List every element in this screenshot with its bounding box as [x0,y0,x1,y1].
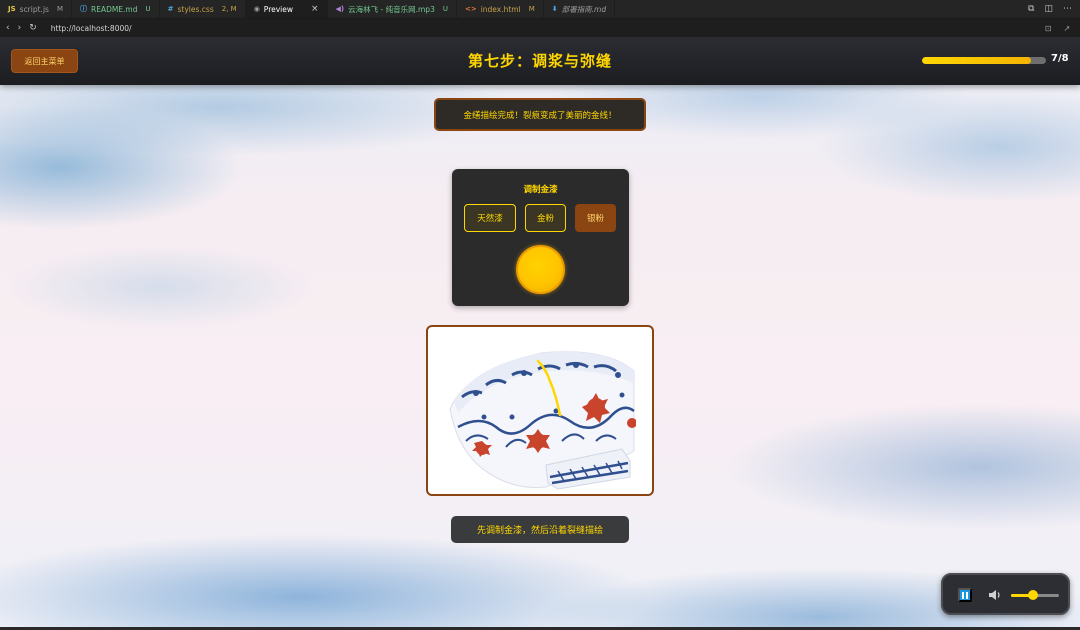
tab-git-status: U [442,5,448,13]
url-input[interactable] [48,21,1029,35]
tab-label: index.html [480,4,521,14]
progress-text: 7/8 [1051,53,1069,64]
open-external-icon[interactable]: ↗ [1063,24,1070,33]
editor-tab-bar: JS script.js M ⓘ README.md U # styles.cs… [0,0,1080,19]
natural-lacquer-button[interactable]: 天然漆 [464,204,516,232]
tab-label: Preview [263,4,293,14]
lacquer-mixing-panel: 调制金漆 天然漆 金粉 银粉 [452,169,629,306]
split-editor-icon[interactable]: ◫ [1044,4,1053,14]
html-file-icon: <> [464,5,477,13]
tab-deploy-md[interactable]: ⬇ 部署指南.md [544,0,616,18]
tab-readme-md[interactable]: ⓘ README.md U [72,0,160,18]
eye-icon: ◉ [253,5,260,13]
close-icon[interactable]: × [311,4,319,14]
back-arrow-icon[interactable]: ‹ [6,23,10,33]
pause-button[interactable] [958,588,972,602]
tab-git-status: M [528,5,535,13]
tab-label: script.js [19,4,49,14]
tab-git-status: 2, M [221,5,237,13]
back-to-menu-button[interactable]: 返回主菜单 [11,49,78,73]
tab-mp3[interactable]: ◀) 云海林飞 - 纯音乐网.mp3 U [328,0,457,18]
download-file-icon: ⬇ [551,5,558,13]
inspect-icon[interactable]: ⊡ [1045,24,1052,33]
panel-title: 调制金漆 [523,185,558,195]
pause-icon [962,591,964,599]
tab-styles-css[interactable]: # styles.css 2, M [160,0,246,18]
info-file-icon: ⓘ [79,5,87,13]
music-player [941,573,1070,615]
tab-preview[interactable]: ◉ Preview × [245,0,328,18]
volume-knob[interactable] [1027,590,1038,600]
hint-text: 先调制金漆，然后沿着裂缝描绘 [451,516,629,543]
tab-git-status: M [56,5,63,13]
tab-index-html[interactable]: <> index.html M [457,0,544,18]
silver-powder-button[interactable]: 银粉 [575,204,616,232]
more-actions-icon[interactable]: ⋯ [1063,4,1072,14]
open-changes-icon[interactable]: ⧉ [1028,4,1034,14]
tab-label: 云海林飞 - 纯音乐网.mp3 [348,4,435,14]
tab-label: styles.css [177,4,214,14]
progress-fill [922,57,1031,64]
css-file-icon: # [167,5,174,13]
reload-icon[interactable]: ↻ [29,23,37,33]
porcelain-canvas[interactable] [426,325,654,496]
tab-script-js[interactable]: JS script.js M [0,0,72,18]
app-header: 返回主菜单 第七步：调浆与弥缝 7/8 [0,37,1080,85]
js-file-icon: JS [8,5,16,13]
volume-icon[interactable] [988,588,1002,602]
status-message: 金缮描绘完成！裂痕变成了美丽的金线！ [434,98,646,131]
page-title: 第七步：调浆与弥缝 [467,52,612,70]
progress-bar [922,57,1046,64]
tab-label: README.md [90,4,138,14]
editor-actions: ⧉ ◫ ⋯ [1028,0,1080,18]
tab-label: 部署指南.md [561,4,607,14]
mixing-bowl[interactable] [516,245,565,294]
gold-powder-button[interactable]: 金粉 [525,204,566,232]
preview-address-bar: ‹ › ↻ ⊡ ↗ [0,19,1080,37]
tab-git-status: U [145,5,151,13]
audio-file-icon: ◀) [335,5,345,13]
preview-page: 返回主菜单 第七步：调浆与弥缝 7/8 金缮描绘完成！裂痕变成了美丽的金线！ 调… [0,37,1080,627]
porcelain-bowl-image [449,351,636,490]
forward-arrow-icon[interactable]: › [18,23,22,33]
